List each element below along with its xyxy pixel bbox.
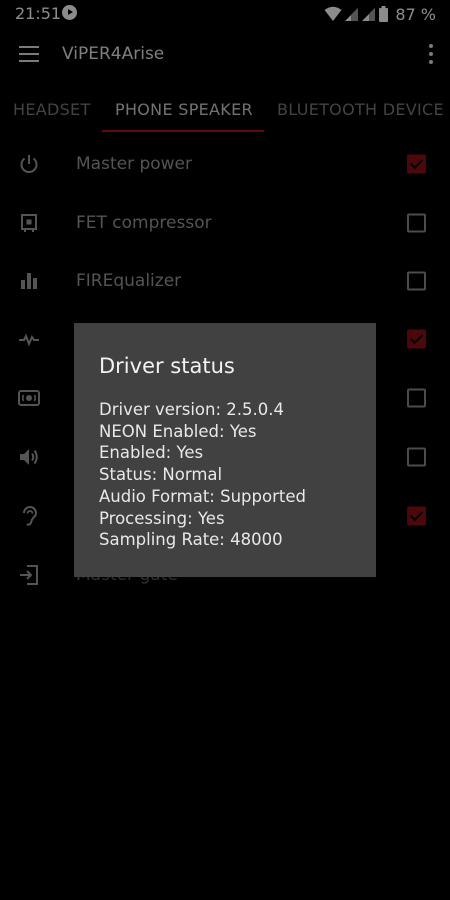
dialog-body: Driver version: 2.5.0.4 NEON Enabled: Ye… — [99, 399, 306, 551]
dialog-line: NEON Enabled: Yes — [99, 421, 257, 441]
dialog-line: Audio Format: Supported — [99, 486, 306, 506]
dialog-line: Status: Normal — [99, 465, 223, 485]
dialog-line: Driver version: 2.5.0.4 — [99, 400, 284, 419]
dialog-line: Processing: Yes — [99, 508, 225, 528]
dialog-title: Driver status — [99, 354, 235, 378]
driver-status-dialog: Driver status Driver version: 2.5.0.4 NE… — [74, 323, 376, 577]
dialog-line: Sampling Rate: 48000 — [99, 530, 283, 550]
screen: 21:51 87 % ViPER4Arise HEADSET PHONE SPE… — [0, 0, 450, 900]
dialog-line: Enabled: Yes — [99, 443, 204, 463]
